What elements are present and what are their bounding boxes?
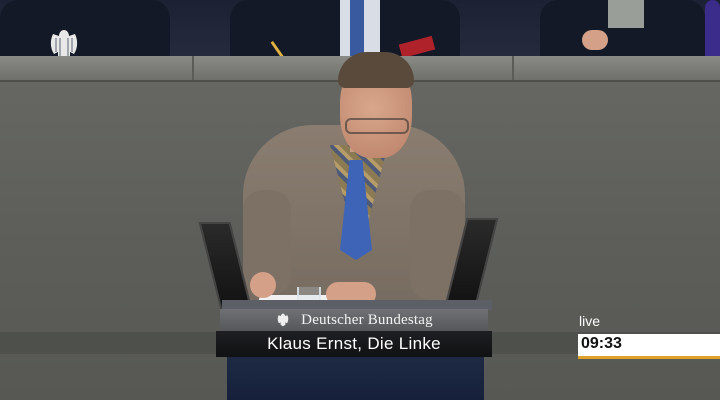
video-frame: Deutscher Bundestag Klaus Ernst, Die Lin… (0, 0, 720, 400)
bench-person (705, 0, 720, 58)
bench-shirt (608, 0, 644, 28)
organization-bar: Deutscher Bundestag (220, 309, 488, 331)
bench-person (0, 0, 170, 62)
lectern (227, 355, 484, 400)
speaker-glasses (345, 118, 409, 134)
speaker-hair (338, 52, 414, 88)
organization-name: Deutscher Bundestag (301, 311, 433, 328)
lower-third: Deutscher Bundestag Klaus Ernst, Die Lin… (216, 309, 492, 357)
bench-seam (512, 56, 514, 80)
federal-eagle-icon (277, 313, 289, 327)
live-indicator: live (579, 313, 601, 329)
bench-tie (350, 0, 364, 58)
speaker-caption: Klaus Ernst, Die Linke (267, 334, 441, 353)
bench-seam (192, 56, 194, 80)
clock-box: 09:33 (578, 334, 720, 359)
speaker-name-bar: Klaus Ernst, Die Linke (216, 331, 492, 357)
speaker-hand (250, 272, 276, 298)
clock-time: 09:33 (581, 335, 622, 352)
bench-hand (582, 30, 608, 50)
